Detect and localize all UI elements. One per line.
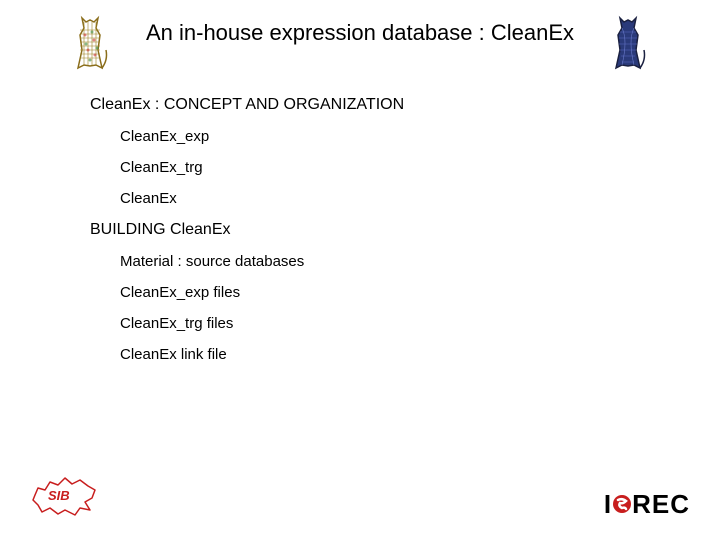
sib-logo: SIB — [30, 470, 100, 525]
isrec-i: I — [604, 489, 612, 519]
list-item: CleanEx_trg — [120, 159, 720, 176]
cat-icon-left — [70, 10, 112, 77]
list-item: CleanEx_exp files — [120, 284, 720, 301]
list-item: CleanEx — [120, 190, 720, 207]
isrec-rec: REC — [632, 489, 690, 519]
list-item: Material : source databases — [120, 253, 720, 270]
list-item: CleanEx_exp — [120, 128, 720, 145]
list-item: CleanEx_trg files — [120, 315, 720, 332]
sib-label: SIB — [48, 488, 70, 503]
isrec-s — [612, 489, 632, 520]
isrec-logo: I REC — [604, 489, 690, 520]
slide-header: An in-house expression database : CleanE… — [0, 0, 720, 56]
slide-title: An in-house expression database : CleanE… — [146, 20, 574, 46]
section-heading-1: BUILDING CleanEx — [90, 221, 720, 239]
cat-icon-right — [608, 10, 650, 77]
slide-content: CleanEx : CONCEPT AND ORGANIZATION Clean… — [0, 56, 720, 363]
slide-footer: SIB I REC — [0, 465, 720, 525]
section-heading-0: CleanEx : CONCEPT AND ORGANIZATION — [90, 96, 720, 114]
list-item: CleanEx link file — [120, 346, 720, 363]
